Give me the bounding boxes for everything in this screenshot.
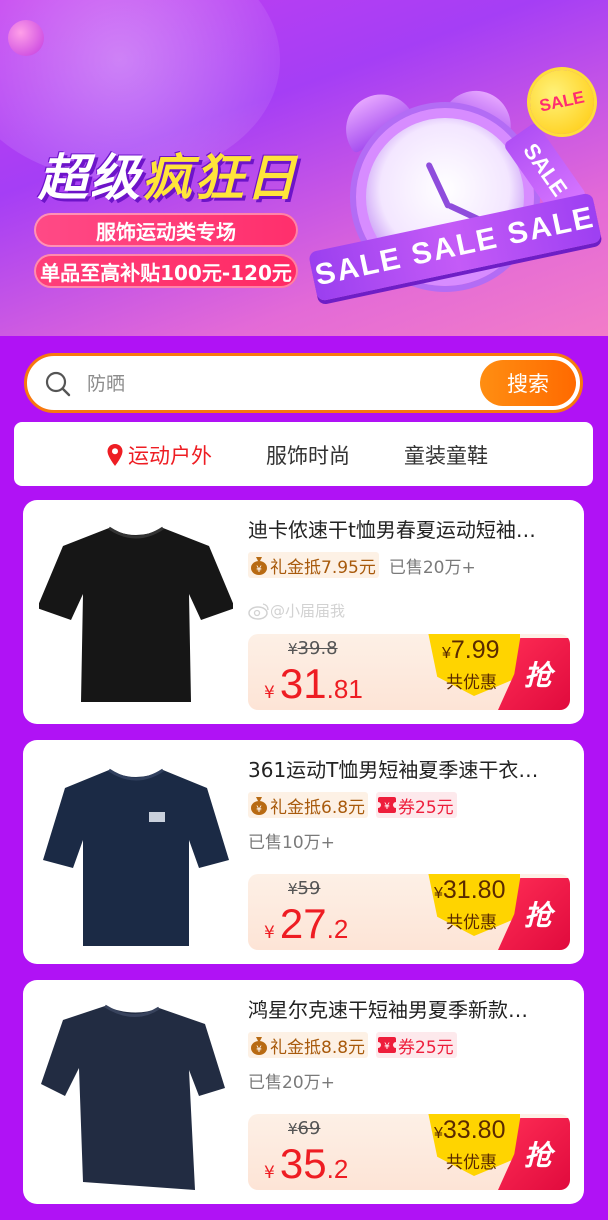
money-bag-icon: ¥ bbox=[251, 557, 267, 575]
discount-badge[interactable]: ¥7.99 共优惠 抢 bbox=[428, 634, 570, 710]
product-title: 迪卡侬速干t恤男春夏运动短袖… bbox=[248, 518, 536, 542]
price-box[interactable]: ¥39.8 ¥ 31.81 ¥7.99 共优惠 抢 bbox=[248, 634, 570, 710]
discount-badge[interactable]: ¥31.80 共优惠 抢 bbox=[428, 874, 570, 950]
discount-label: 共优惠 bbox=[446, 673, 497, 693]
discount-label: 共优惠 bbox=[446, 913, 497, 933]
banner-title-part1: 超级 bbox=[38, 149, 142, 207]
banner-subsidy-text: 单品至高补贴100元-120元 bbox=[34, 254, 298, 288]
svg-text:¥: ¥ bbox=[256, 1045, 262, 1055]
coupon-tag: ¥ 券25元 bbox=[376, 792, 457, 818]
gift-cash-label: 礼金抵7.95元 bbox=[270, 557, 376, 578]
original-price: ¥39.8 bbox=[288, 638, 338, 659]
search-button[interactable]: 搜索 bbox=[480, 360, 576, 406]
coupon-label: 券25元 bbox=[398, 1037, 454, 1058]
weibo-icon bbox=[248, 602, 269, 620]
current-price: ¥ 31.81 bbox=[264, 660, 363, 707]
gift-cash-tag: ¥ 礼金抵7.95元 bbox=[248, 552, 379, 578]
coupon-label: 券25元 bbox=[398, 797, 454, 818]
grab-button[interactable]: 抢 bbox=[524, 1134, 552, 1174]
tab-sports-outdoor[interactable]: 运动户外 bbox=[106, 440, 212, 470]
discount-label: 共优惠 bbox=[446, 1153, 497, 1173]
watermark-text: @小届届我 bbox=[270, 602, 346, 620]
search-input[interactable] bbox=[87, 368, 467, 400]
category-tabs: 运动户外 服饰时尚 童装童鞋 bbox=[14, 422, 593, 486]
tab-fashion[interactable]: 服饰时尚 bbox=[266, 440, 350, 470]
gift-cash-tag: ¥ 礼金抵8.8元 bbox=[248, 1032, 369, 1058]
location-pin-icon bbox=[107, 444, 123, 466]
sold-count: 已售20万+ bbox=[388, 557, 476, 578]
discount-badge[interactable]: ¥33.80 共优惠 抢 bbox=[428, 1114, 570, 1190]
product-tags: ¥ 礼金抵6.8元 ¥ 券25元 bbox=[248, 792, 457, 818]
price-box[interactable]: ¥69 ¥ 35.2 ¥33.80 共优惠 抢 bbox=[248, 1114, 570, 1190]
gift-cash-label: 礼金抵6.8元 bbox=[270, 797, 366, 818]
product-image bbox=[41, 1004, 225, 1190]
current-price: ¥ 35.2 bbox=[264, 1140, 349, 1187]
money-bag-icon: ¥ bbox=[251, 797, 267, 815]
coupon-icon: ¥ bbox=[378, 797, 397, 813]
banner-title: 超级疯狂日 bbox=[38, 138, 298, 210]
clock-hour-hand bbox=[425, 161, 452, 210]
coupon-icon: ¥ bbox=[378, 1037, 397, 1053]
product-tags: ¥ 礼金抵7.95元 已售20万+ bbox=[248, 552, 476, 578]
discount-amount: ¥7.99 bbox=[442, 636, 500, 664]
sold-count: 已售10万+ bbox=[248, 833, 335, 853]
product-title: 鸿星尔克速干短袖男夏季新款… bbox=[248, 998, 528, 1022]
product-card[interactable]: 361运动T恤男短袖夏季速干衣… ¥ 礼金抵6.8元 ¥ 券25元 已售10万+… bbox=[23, 740, 584, 964]
svg-text:¥: ¥ bbox=[384, 1042, 390, 1052]
discount-amount: ¥31.80 bbox=[434, 876, 506, 904]
money-bag-icon: ¥ bbox=[251, 1037, 267, 1055]
grab-button[interactable]: 抢 bbox=[524, 894, 552, 934]
banner-title-part2: 疯狂日 bbox=[142, 149, 298, 207]
product-card[interactable]: 迪卡侬速干t恤男春夏运动短袖… ¥ 礼金抵7.95元 已售20万+ @小届届我 … bbox=[23, 500, 584, 724]
coupon-tag: ¥ 券25元 bbox=[376, 1032, 457, 1058]
current-price: ¥ 27.2 bbox=[264, 900, 349, 947]
product-card[interactable]: 鸿星尔克速干短袖男夏季新款… ¥ 礼金抵8.8元 ¥ 券25元 已售20万+ ¥… bbox=[23, 980, 584, 1204]
discount-amount: ¥33.80 bbox=[434, 1116, 506, 1144]
original-price: ¥69 bbox=[288, 1118, 321, 1139]
banner-subtitle: 服饰运动类专场 bbox=[34, 213, 298, 247]
search-icon bbox=[45, 371, 71, 397]
weibo-watermark: @小届届我 bbox=[248, 600, 345, 621]
price-box[interactable]: ¥59 ¥ 27.2 ¥31.80 共优惠 抢 bbox=[248, 874, 570, 950]
product-image bbox=[43, 768, 229, 946]
tab-label: 童装童鞋 bbox=[404, 444, 488, 468]
gift-cash-label: 礼金抵8.8元 bbox=[270, 1037, 366, 1058]
banner-orb-decoration bbox=[8, 20, 44, 56]
tab-label: 服饰时尚 bbox=[266, 444, 350, 468]
original-price: ¥59 bbox=[288, 878, 321, 899]
gift-cash-tag: ¥ 礼金抵6.8元 bbox=[248, 792, 369, 818]
search-bar: 搜索 bbox=[24, 353, 583, 413]
product-title: 361运动T恤男短袖夏季速干衣… bbox=[248, 758, 539, 782]
product-tags: ¥ 礼金抵8.8元 ¥ 券25元 bbox=[248, 1032, 457, 1058]
tab-label: 运动户外 bbox=[128, 444, 212, 468]
svg-text:¥: ¥ bbox=[256, 565, 262, 575]
grab-button[interactable]: 抢 bbox=[524, 654, 552, 694]
product-image bbox=[39, 526, 233, 702]
promo-banner[interactable]: 超级疯狂日 服饰运动类专场 单品至高补贴100元-120元 SALE SALE … bbox=[0, 0, 608, 336]
tab-kids-wear[interactable]: 童装童鞋 bbox=[404, 440, 488, 470]
sold-count: 已售20万+ bbox=[248, 1073, 335, 1093]
svg-text:¥: ¥ bbox=[256, 805, 262, 815]
svg-text:¥: ¥ bbox=[384, 802, 390, 812]
